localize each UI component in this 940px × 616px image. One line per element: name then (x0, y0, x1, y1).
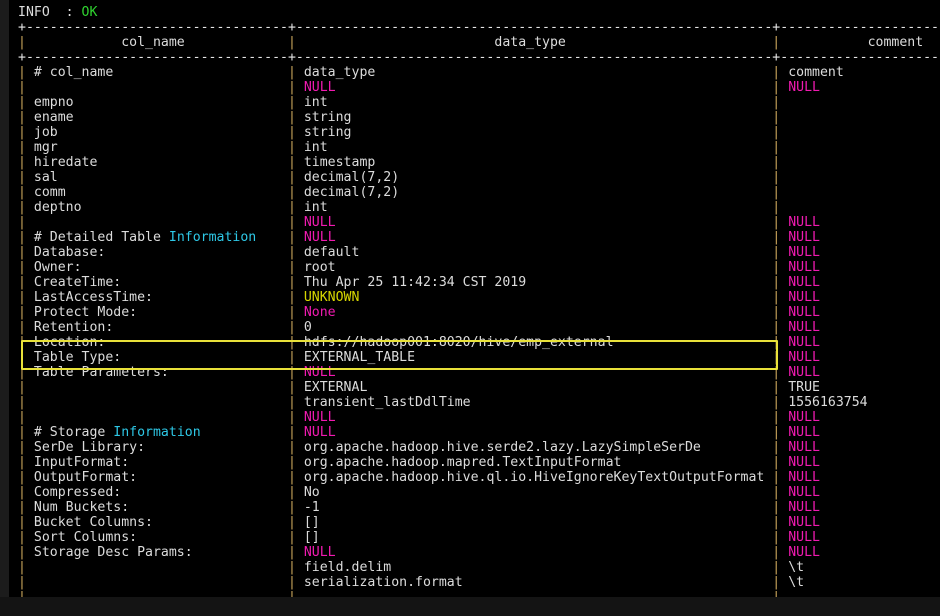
table-row: | Num Buckets: | -1 | NULL | | (18, 500, 820, 515)
terminal-output: INFO : OK +------------------------------… (18, 5, 940, 597)
table-row: | Table Type: | EXTERNAL_TABLE | NULL | … (18, 350, 820, 365)
table-row: | # Detailed Table Information | NULL | … (18, 230, 820, 245)
terminal-status-bar (0, 597, 940, 616)
table-row: | Storage Desc Params: | NULL | NULL | | (18, 545, 820, 560)
table-row: | | serialization.format | \t | | (18, 575, 805, 590)
table-row: | | EXTERNAL | TRUE | | (18, 380, 820, 395)
table-row: | OutputFormat: | org.apache.hadoop.hive… (18, 470, 820, 485)
terminal-screen[interactable]: INFO : OK +------------------------------… (9, 0, 940, 597)
table-row: | comm | decimal(7,2) | | | (18, 185, 781, 200)
table-rule-mid: +---------------------------------+-----… (18, 50, 940, 65)
table-row: | Retention: | 0 | NULL | | (18, 320, 820, 335)
table-row: | | | | | (18, 590, 940, 597)
table-row: | mgr | int | | | (18, 140, 781, 155)
table-row: | ename | string | | | (18, 110, 781, 125)
table-row: | CreateTime: | Thu Apr 25 11:42:34 CST … (18, 275, 820, 290)
table-row: | # col_name | data_type | comment | | (18, 65, 844, 80)
table-row: | Bucket Columns: | [] | NULL | | (18, 515, 820, 530)
table-row: | Protect Mode: | None | NULL | | (18, 305, 820, 320)
table-header-row: | col_name | data_type | comment | | (18, 35, 924, 50)
table-row: | | NULL | NULL | | (18, 215, 820, 230)
table-rule-top: +---------------------------------+-----… (18, 20, 940, 35)
table-row: | # Storage Information | NULL | NULL | … (18, 425, 820, 440)
table-row: | InputFormat: | org.apache.hadoop.mapre… (18, 455, 820, 470)
table-row: | | field.delim | \t | | (18, 560, 805, 575)
table-row: | Sort Columns: | [] | NULL | | (18, 530, 820, 545)
table-row: | Compressed: | No | NULL | | (18, 485, 820, 500)
table-row: | | NULL | NULL | | (18, 80, 820, 95)
table-row: | Table Parameters: | NULL | NULL | | (18, 365, 820, 380)
table-row: | LastAccessTime: | UNKNOWN | NULL | | (18, 290, 820, 305)
table-row: | Owner: | root | NULL | | (18, 260, 820, 275)
table-row: | empno | int | | | (18, 95, 781, 110)
status-line: INFO : OK (18, 5, 98, 20)
terminal-left-gutter (0, 0, 9, 597)
terminal-window: INFO : OK +------------------------------… (0, 0, 940, 616)
table-row: | SerDe Library: | org.apache.hadoop.hiv… (18, 440, 820, 455)
table-row: | hiredate | timestamp | | | (18, 155, 781, 170)
table-row: | | NULL | NULL | | (18, 410, 820, 425)
table-row: | deptno | int | | | (18, 200, 781, 215)
table-row: | Database: | default | NULL | | (18, 245, 820, 260)
table-row: | | transient_lastDdlTime | 1556163754 |… (18, 395, 868, 410)
table-row: | sal | decimal(7,2) | | | (18, 170, 781, 185)
table-row: | job | string | | | (18, 125, 781, 140)
table-row: | Location: | hdfs://hadoop001:8020/hive… (18, 335, 820, 350)
